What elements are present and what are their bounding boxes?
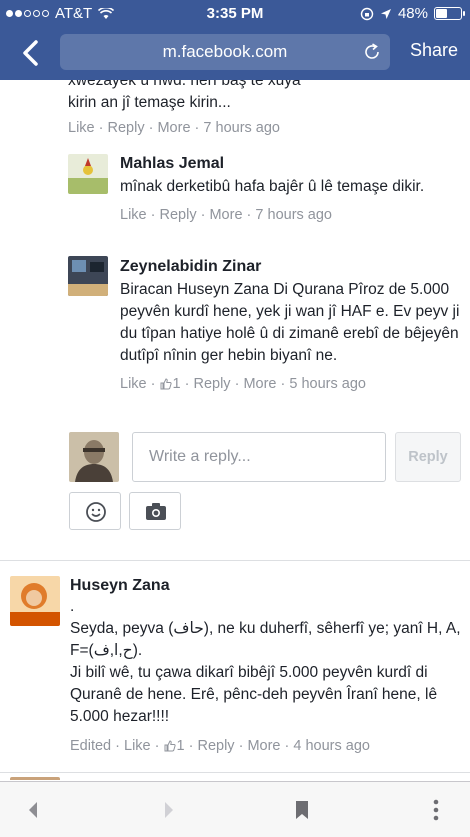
thumbs-up-icon [160,378,172,390]
more-icon[interactable] [424,798,448,822]
reply-comment: xwezayek û hwd. herî baş te xuya kirin a… [68,80,464,138]
avatar-image [10,576,60,626]
status-right: 48% [360,5,465,22]
back-icon[interactable] [22,798,46,822]
url-text: m.facebook.com [162,42,288,61]
reload-icon[interactable] [362,42,382,62]
reply-submit-button[interactable]: Reply [395,432,461,482]
more-link[interactable]: More [243,374,276,394]
reply-link[interactable]: Reply [193,374,230,394]
reply-link[interactable]: Reply [160,205,197,225]
timestamp: 4 hours ago [293,738,370,754]
avatar-partial [10,777,60,780]
like-link[interactable]: Like [124,736,151,756]
like-link[interactable]: Like [120,374,147,394]
timestamp: 5 hours ago [289,376,366,392]
comment-actions: Like · 1 · Reply · More · 5 hours ago [120,374,366,394]
comment: Huseyn Zana . Seyda, peyva (حاف), ne ku … [70,576,462,756]
reply-link[interactable]: Reply [197,736,234,756]
avatar-image [68,256,108,296]
back-chevron-icon[interactable] [14,36,48,70]
edited-label[interactable]: Edited [70,736,111,756]
avatar[interactable] [68,256,108,296]
comment-thread: xwezayek û hwd. herî baş te xuya kirin a… [0,80,470,780]
commenter-name[interactable]: Zeynelabidin Zinar [120,257,460,277]
comment-actions: Edited · Like · 1 · Reply · More · 4 hou… [70,736,370,756]
bookmark-icon[interactable] [290,798,314,822]
reply-comment: Zeynelabidin Zinar Biracan Huseyn Zana D… [120,257,460,394]
avatar-image [68,154,108,194]
divider [0,772,470,773]
address-bar[interactable]: m.facebook.com [60,34,390,70]
battery-icon [434,7,465,20]
comment-text-paragraph-2: Ji bilî wê, tu çawa dikarî bibêjî 5.000 … [70,664,438,725]
smiley-icon [86,502,106,522]
like-count[interactable]: 1 [177,736,185,756]
like-count[interactable]: 1 [173,374,181,394]
comment-actions: Like · Reply · More · 7 hours ago [120,205,332,225]
rotation-lock-icon [360,7,374,20]
more-link[interactable]: More [157,118,190,138]
browser-navbar: m.facebook.com Share [0,30,470,76]
comment-text: Biracan Huseyn Zana Di Qurana Pîroz de 5… [120,281,460,364]
comment-text: mînak derketibû hafa bajêr û lê temaşe d… [120,178,425,195]
avatar[interactable] [10,576,60,626]
reply-comment: Mahlas Jemal mînak derketibû hafa bajêr … [120,154,460,225]
sticker-button[interactable] [69,492,121,530]
like-link[interactable]: Like [68,118,95,138]
thumbs-up-icon [164,740,176,752]
timestamp: 7 hours ago [203,120,280,136]
commenter-name[interactable]: Mahlas Jemal [120,154,460,174]
like-link[interactable]: Like [120,205,147,225]
avatar[interactable] [68,154,108,194]
browser-toolbar [0,781,470,837]
location-icon [380,8,391,19]
battery-percent: 48% [397,5,428,22]
browser-header: AT&T 3:35 PM 48% m.facebook.com Share [0,0,470,80]
avatar-image [69,432,119,482]
forward-icon[interactable] [156,798,180,822]
camera-icon [146,503,166,520]
timestamp: 7 hours ago [255,207,332,223]
reply-input[interactable]: Write a reply... [132,432,386,482]
more-link[interactable]: More [209,205,242,225]
status-bar: AT&T 3:35 PM 48% [0,0,470,28]
reply-link[interactable]: Reply [108,118,145,138]
comment-text-paragraph-1: Seyda, peyva (حاف), ne ku duherfî, sêher… [70,620,461,659]
current-user-avatar [69,432,119,482]
share-button[interactable]: Share [410,40,458,61]
reply-input-placeholder: Write a reply... [149,448,251,465]
comment-text: xwezayek û hwd. herî baş te xuya kirin a… [68,80,301,111]
photo-button[interactable] [129,492,181,530]
more-link[interactable]: More [247,736,280,756]
divider [0,560,470,561]
comment-actions: Like · Reply · More · 7 hours ago [68,118,280,138]
commenter-name[interactable]: Huseyn Zana [70,576,462,596]
comment-dot: . [70,598,75,615]
